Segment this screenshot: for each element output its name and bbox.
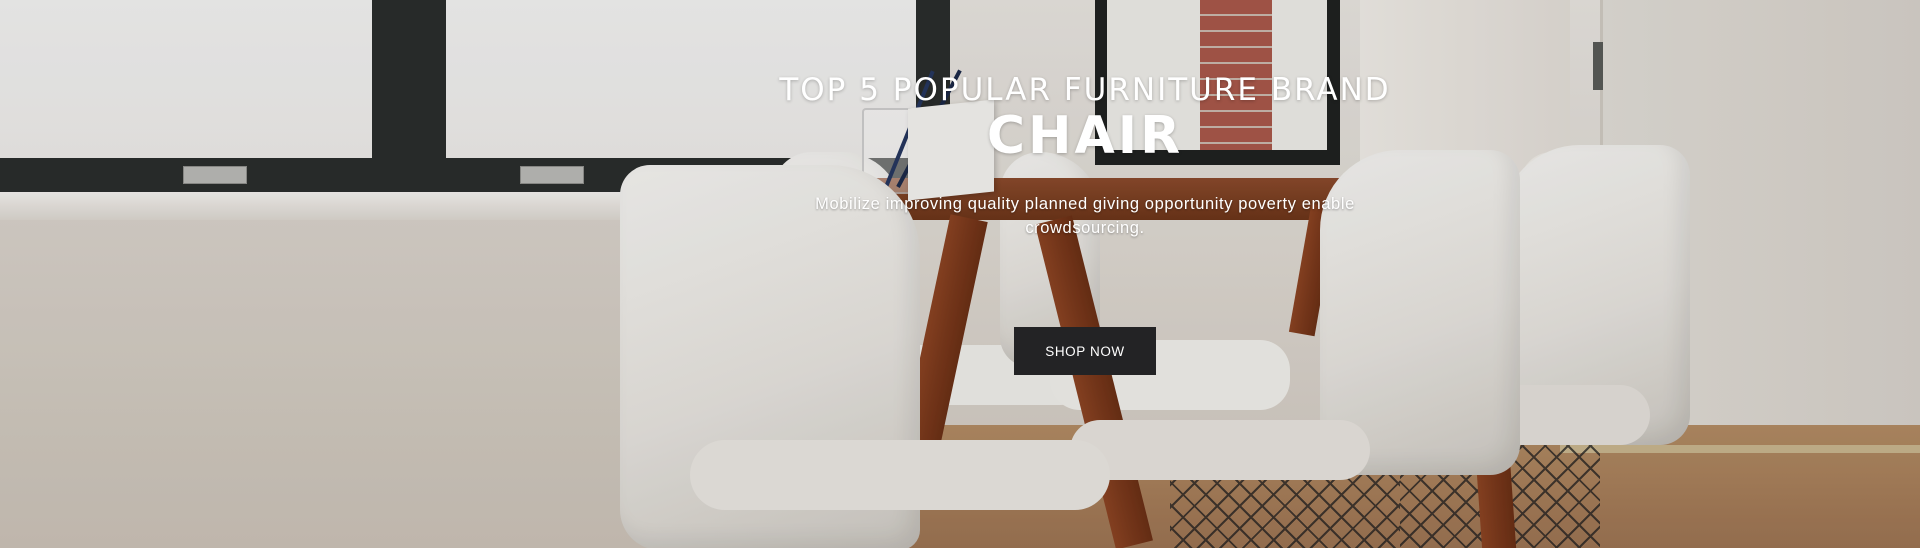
hero-eyebrow: TOP 5 POPULAR FURNITURE BRAND: [779, 72, 1391, 108]
hero-banner: TOP 5 POPULAR FURNITURE BRAND CHAIR Mobi…: [0, 0, 1920, 548]
shop-now-button[interactable]: SHOP NOW: [1014, 327, 1156, 375]
hero-content: TOP 5 POPULAR FURNITURE BRAND CHAIR Mobi…: [660, 70, 1510, 240]
hero-description: Mobilize improving quality planned givin…: [815, 195, 1355, 237]
hero-headline: CHAIR: [986, 106, 1184, 166]
